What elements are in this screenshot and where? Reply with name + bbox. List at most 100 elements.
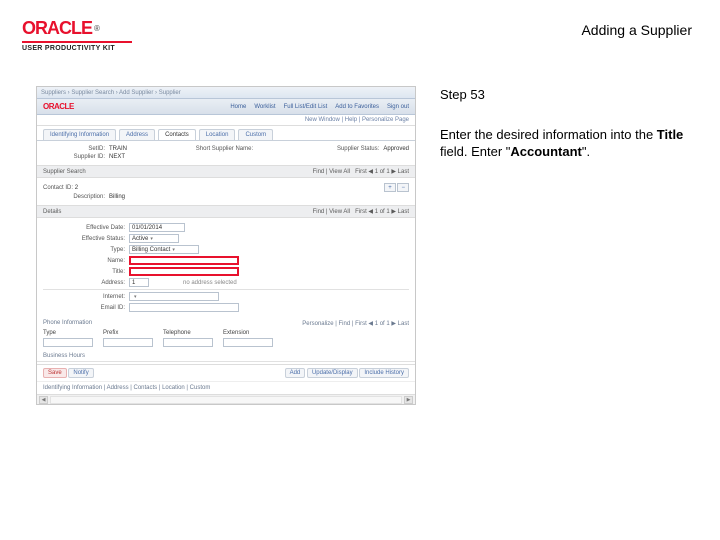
effdate-label: Effective Date: xyxy=(43,225,125,231)
instr-value: Accountant xyxy=(510,144,582,159)
phone-col-extension: Extension xyxy=(223,330,273,336)
shot-oracle-logo: ORACLE xyxy=(43,102,74,111)
oracle-logo: ORACLE ® xyxy=(22,18,132,39)
type-label: Type: xyxy=(43,247,125,253)
embedded-screenshot: Suppliers › Supplier Search › Add Suppli… xyxy=(36,86,416,405)
search-section: Contact ID: 2 + − Description: Billing xyxy=(37,178,415,205)
phone-telephone-input[interactable] xyxy=(163,338,213,347)
status-value: Approved xyxy=(383,146,409,152)
title-input[interactable] xyxy=(129,267,239,276)
save-button[interactable]: Save xyxy=(43,368,67,378)
scroll-track[interactable] xyxy=(50,396,402,404)
name-input[interactable] xyxy=(129,256,239,265)
update-display-button[interactable]: Update/Display xyxy=(307,368,358,378)
notify-button[interactable]: Notify xyxy=(68,368,93,378)
phone-type-input[interactable] xyxy=(43,338,93,347)
shot-breadcrumb-bar: Suppliers › Supplier Search › Add Suppli… xyxy=(37,87,415,99)
shortname-label: Short Supplier Name: xyxy=(191,146,253,152)
business-divider xyxy=(37,361,415,362)
no-address-text: no address selected xyxy=(183,280,237,286)
emailid-label: Email ID: xyxy=(43,305,125,311)
phone-col-prefix: Prefix xyxy=(103,330,153,336)
nav-link-fulllist[interactable]: Full List/Edit List xyxy=(284,104,328,110)
contactid-label: Contact ID: xyxy=(43,185,73,191)
tab-location[interactable]: Location xyxy=(199,129,236,140)
effdate-input[interactable]: 01/01/2014 xyxy=(129,223,185,232)
search-header-bar: Supplier Search Find | View All First ◀ … xyxy=(37,165,415,178)
address-input[interactable]: 1 xyxy=(129,278,149,287)
page-title: Adding a Supplier xyxy=(581,22,692,38)
step-label: Step 53 xyxy=(440,86,702,104)
phone-extension-input[interactable] xyxy=(223,338,273,347)
registered-mark: ® xyxy=(94,24,99,33)
oracle-logo-text: ORACLE xyxy=(22,18,92,39)
brand-block: ORACLE ® USER PRODUCTIVITY KIT xyxy=(22,18,132,52)
description-label: Description: xyxy=(43,194,105,200)
nav-link-signout[interactable]: Sign out xyxy=(387,104,409,110)
shot-subbar: New Window | Help | Personalize Page xyxy=(37,115,415,126)
search-find[interactable]: Find | View All xyxy=(313,169,350,175)
phone-header-row: Phone Information Personalize | Find | F… xyxy=(37,317,415,327)
phone-columns: Type Prefix Telephone Extension xyxy=(43,330,409,336)
internet-label: Internet: xyxy=(43,294,125,300)
setid-label: SetID: xyxy=(43,146,105,152)
nav-link-home[interactable]: Home xyxy=(230,104,246,110)
suppid-value: NEXT xyxy=(109,154,125,160)
internet-select[interactable] xyxy=(129,292,219,301)
shot-nav-links: Home Worklist Full List/Edit List Add to… xyxy=(230,104,409,110)
phone-header: Phone Information xyxy=(43,320,92,327)
scroll-left-button[interactable]: ◀ xyxy=(39,396,48,404)
type-select[interactable]: Billing Contact xyxy=(129,245,199,254)
tab-custom[interactable]: Custom xyxy=(238,129,273,140)
phone-row xyxy=(43,338,409,347)
phone-block: Type Prefix Telephone Extension xyxy=(37,327,415,350)
contactid-value: 2 xyxy=(75,185,78,191)
setid-value: TRAIN xyxy=(109,146,127,152)
page-header: ORACLE ® USER PRODUCTIVITY KIT Adding a … xyxy=(0,0,720,56)
scroll-right-button[interactable]: ▶ xyxy=(404,396,413,404)
details-find[interactable]: Find | View All xyxy=(313,209,350,215)
instruction-column: Step 53 Enter the desired information in… xyxy=(440,86,702,405)
shot-footer: Save Notify Add Update/Display Include H… xyxy=(37,364,415,381)
details-section: Effective Date: 01/01/2014 Effective Sta… xyxy=(37,218,415,317)
bottom-tab-links[interactable]: Identifying Information | Address | Cont… xyxy=(37,381,415,394)
phone-col-type: Type xyxy=(43,330,93,336)
phone-pager[interactable]: First ◀ 1 of 1 ▶ Last xyxy=(355,321,409,327)
tab-address[interactable]: Address xyxy=(119,129,155,140)
instr-post: field. Enter " xyxy=(440,144,510,159)
screenshot-column: Suppliers › Supplier Search › Add Suppli… xyxy=(36,86,416,405)
name-label: Name: xyxy=(43,258,125,264)
emailid-input[interactable] xyxy=(129,303,239,312)
phone-find[interactable]: Personalize | Find | xyxy=(302,321,355,327)
phone-col-telephone: Telephone xyxy=(163,330,213,336)
instr-pre: Enter the desired information into the xyxy=(440,127,657,142)
subbar-links[interactable]: New Window | Help | Personalize Page xyxy=(305,117,409,123)
details-divider xyxy=(43,289,409,290)
phone-prefix-input[interactable] xyxy=(103,338,153,347)
title-label: Title: xyxy=(43,269,125,275)
delete-row-button[interactable]: − xyxy=(397,183,409,192)
address-label: Address: xyxy=(43,280,125,286)
include-history-button[interactable]: Include History xyxy=(359,368,409,378)
search-pager[interactable]: First ◀ 1 of 1 ▶ Last xyxy=(355,169,409,175)
description-value: Billing xyxy=(109,194,125,200)
tab-identifying[interactable]: Identifying Information xyxy=(43,129,116,140)
details-header: Details xyxy=(43,209,61,215)
effstatus-select[interactable]: Active xyxy=(129,234,179,243)
nav-link-favorites[interactable]: Add to Favorites xyxy=(335,104,379,110)
nav-link-worklist[interactable]: Worklist xyxy=(254,104,275,110)
effstatus-label: Effective Status: xyxy=(43,236,125,242)
instr-field-name: Title xyxy=(657,127,684,142)
brand-divider xyxy=(22,41,132,43)
business-hours-header: Business Hours xyxy=(37,350,415,359)
status-label: Supplier Status: xyxy=(317,146,379,152)
main-columns: Suppliers › Supplier Search › Add Suppli… xyxy=(0,56,720,405)
add-button[interactable]: Add xyxy=(285,368,306,378)
details-pager[interactable]: First ◀ 1 of 1 ▶ Last xyxy=(355,209,409,215)
horizontal-scrollbar[interactable]: ◀ ▶ xyxy=(37,394,415,404)
shot-tabs: Identifying Information Address Contacts… xyxy=(37,126,415,141)
add-row-button[interactable]: + xyxy=(384,183,396,192)
ident-section: SetID: TRAIN Short Supplier Name: Suppli… xyxy=(37,141,415,165)
tab-contacts[interactable]: Contacts xyxy=(158,129,196,140)
details-header-bar: Details Find | View All First ◀ 1 of 1 ▶… xyxy=(37,205,415,218)
